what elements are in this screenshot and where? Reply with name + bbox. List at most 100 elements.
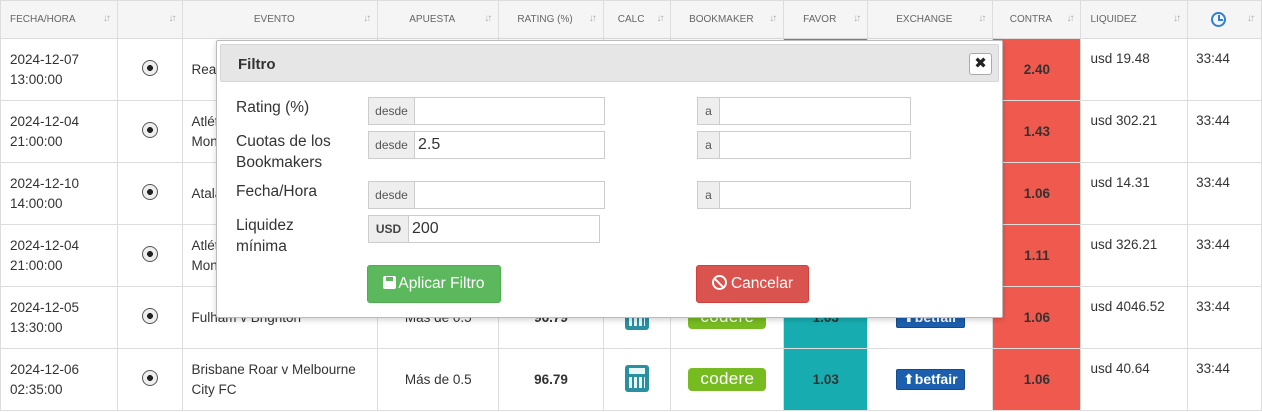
sport-cell (116, 286, 184, 349)
table-header: FECHA/HORA ↓↑ ↓↑ EVENTO ↓↑ APUESTA ↓↑ RATIN… (0, 0, 1262, 39)
fecha-label: Fecha/Hora (236, 183, 317, 200)
date-cell: 2024-12-06 02:35:00 (0, 348, 118, 411)
fecha-from-input[interactable] (414, 181, 605, 209)
contra-cell: 1.06 (992, 286, 1082, 349)
sort-icon[interactable]: ↓↑ (1173, 13, 1181, 24)
liquidez-input[interactable] (408, 215, 600, 243)
date-cell: 2024-12-04 21:00:00 (0, 224, 118, 287)
col-bookmaker[interactable]: BOOKMAKER ↓↑ (670, 0, 785, 39)
soccer-ball-icon (142, 308, 159, 324)
col-liquidez[interactable]: LIQUIDEZ ↓↑ (1080, 0, 1189, 39)
page: FECHA/HORA ↓↑ ↓↑ EVENTO ↓↑ APUESTA ↓↑ RATIN… (0, 0, 1262, 412)
date-cell: 2024-12-10 14:00:00 (0, 162, 118, 225)
sort-icon[interactable]: ↓↑ (1066, 13, 1074, 24)
soccer-ball-icon (142, 184, 159, 200)
rating-label: Rating (%) (236, 99, 310, 116)
cuotas-to-input[interactable] (719, 131, 911, 159)
sport-cell (116, 100, 184, 163)
sport-cell (116, 348, 184, 411)
apuesta-cell: Más de 0.5 (377, 348, 500, 411)
contra-cell: 1.06 (992, 162, 1082, 225)
liquidez-cell: usd 19.48 (1080, 38, 1189, 101)
sport-cell (116, 162, 184, 225)
col-exchange[interactable]: EXCHANGE ↓↑ (867, 0, 994, 39)
cuotas-label: Cuotas de los Bookmakers (236, 133, 331, 171)
exchange-cell[interactable]: ⬆︎betfair (867, 348, 994, 411)
bookmaker-cell[interactable]: codere (670, 348, 785, 411)
sort-icon[interactable]: ↓↑ (363, 13, 371, 24)
cuotas-to-addon: a (697, 131, 719, 159)
sort-icon[interactable]: ↓↑ (589, 13, 597, 24)
col-countdown[interactable]: ↓↑ (1187, 0, 1262, 39)
contra-cell: 1.11 (992, 224, 1082, 287)
close-icon[interactable]: ✖ (969, 53, 992, 75)
soccer-ball-icon (142, 370, 159, 386)
countdown-cell: 33:44 (1187, 162, 1262, 225)
countdown-cell: 33:44 (1187, 38, 1262, 101)
save-icon (383, 276, 397, 289)
betfair-logo[interactable]: ⬆︎betfair (896, 369, 965, 390)
favor-cell: 1.03 (783, 348, 869, 411)
soccer-ball-icon (142, 60, 159, 76)
sort-icon[interactable]: ↓↑ (853, 13, 861, 24)
fecha-to-input[interactable] (719, 181, 911, 209)
sort-icon[interactable]: ↓↑ (103, 13, 111, 24)
ban-icon (711, 275, 727, 290)
sort-icon[interactable]: ↓↑ (484, 13, 492, 24)
countdown-cell: 33:44 (1187, 286, 1262, 349)
liquidez-cell: usd 326.21 (1080, 224, 1189, 287)
col-calc[interactable]: CALC ↓↑ (602, 0, 672, 39)
col-contra[interactable]: CONTRA ↓↑ (992, 0, 1082, 39)
currency-addon: USD (368, 215, 408, 243)
date-cell: 2024-12-04 21:00:00 (0, 100, 118, 163)
countdown-cell: 33:44 (1187, 100, 1262, 163)
countdown-cell: 33:44 (1187, 348, 1262, 411)
rating-from-addon: desde (368, 97, 414, 125)
fecha-from-addon: desde (368, 181, 414, 209)
col-rating[interactable]: RATING (%) ↓↑ (498, 0, 604, 39)
date-cell: 2024-12-05 13:30:00 (0, 286, 118, 349)
calc-cell[interactable] (602, 348, 672, 411)
countdown-cell: 33:44 (1187, 224, 1262, 287)
rating-to-addon: a (697, 97, 719, 125)
clock-icon (1211, 12, 1227, 27)
rating-cell: 96.79 (498, 348, 604, 411)
rating-to-input[interactable] (719, 97, 911, 125)
col-fecha-hora[interactable]: FECHA/HORA ↓↑ (0, 0, 118, 39)
soccer-ball-icon (142, 122, 159, 138)
table-row[interactable]: 2024-12-06 02:35:00 Brisbane Roar v Melbou… (0, 348, 1262, 411)
sport-cell (116, 38, 184, 101)
liquidez-cell: usd 302.21 (1080, 100, 1189, 163)
soccer-ball-icon (142, 246, 159, 262)
rating-from-input[interactable] (414, 97, 605, 125)
col-favor[interactable]: FAVOR ↓↑ (783, 0, 869, 39)
codere-logo[interactable]: codere (688, 368, 767, 391)
sort-icon[interactable]: ↓↑ (1247, 13, 1255, 24)
col-sport[interactable]: ↓↑ (116, 0, 184, 39)
sport-cell (116, 224, 184, 287)
liquidez-cell: usd 14.31 (1080, 162, 1189, 225)
sort-icon[interactable]: ↓↑ (656, 13, 664, 24)
cancel-button[interactable]: Cancelar (696, 265, 809, 303)
fecha-to-addon: a (697, 181, 719, 209)
calculator-icon[interactable] (625, 364, 650, 392)
contra-cell: 1.06 (992, 348, 1082, 411)
col-apuesta[interactable]: APUESTA ↓↑ (377, 0, 500, 39)
modal-title: Filtro (238, 56, 276, 73)
modal-header: Filtro ✖ (220, 44, 999, 82)
filter-modal: Filtro ✖ Rating (%) desde a Cuotas de lo… (216, 40, 1003, 318)
apply-filter-button[interactable]: Aplicar Filtro (367, 265, 501, 303)
cuotas-from-addon: desde (368, 131, 414, 159)
col-evento[interactable]: EVENTO ↓↑ (182, 0, 379, 39)
liquidez-cell: usd 40.64 (1080, 348, 1189, 411)
liquidez-cell: usd 4046.52 (1080, 286, 1189, 349)
contra-cell: 1.43 (992, 100, 1082, 163)
liquidez-label: Liquidez mínima (236, 217, 294, 255)
date-cell: 2024-12-07 13:00:00 (0, 38, 118, 101)
contra-cell: 2.40 (992, 38, 1082, 101)
cuotas-from-input[interactable] (414, 131, 605, 159)
event-cell[interactable]: Brisbane Roar v Melbourne City FC (182, 348, 379, 411)
sort-icon[interactable]: ↓↑ (168, 13, 176, 24)
sort-icon[interactable]: ↓↑ (978, 13, 986, 24)
sort-icon[interactable]: ↓↑ (769, 13, 777, 24)
